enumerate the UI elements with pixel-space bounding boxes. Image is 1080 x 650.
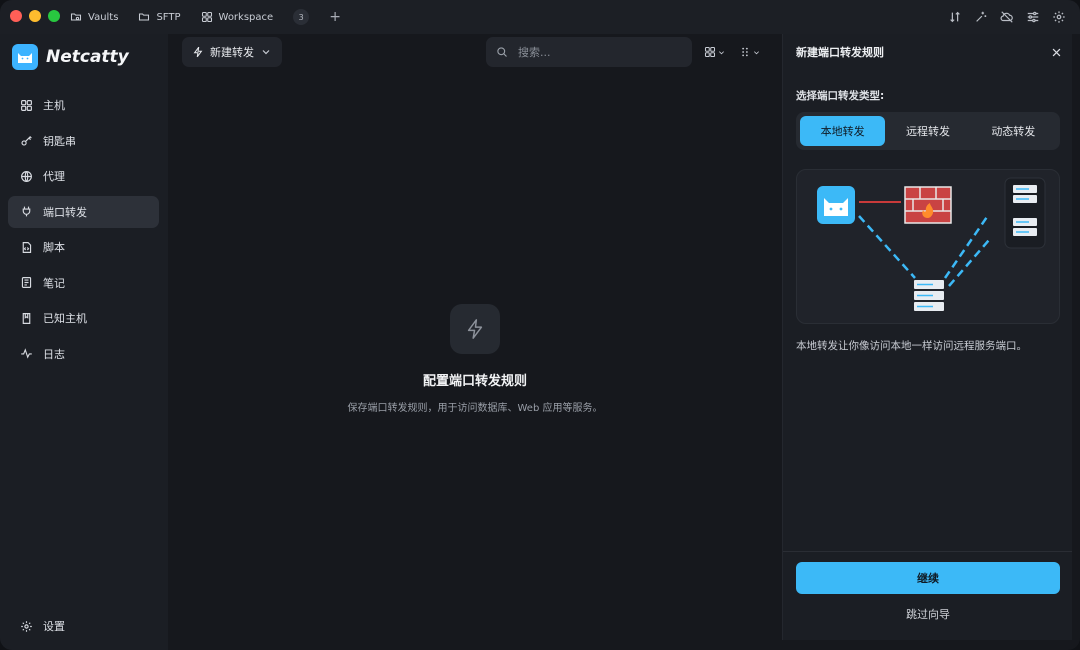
- new-forward-button[interactable]: 新建转发: [182, 37, 282, 67]
- chevron-down-icon: [262, 50, 270, 55]
- close-window-button[interactable]: [10, 10, 22, 22]
- settings-label: 设置: [43, 620, 65, 633]
- title-bar: Vaults SFTP Workspace 3 +: [0, 0, 1080, 34]
- grid-icon: [21, 99, 32, 111]
- cloud-off-icon[interactable]: [1000, 10, 1014, 24]
- sidebar-item-scripts[interactable]: 脚本: [8, 231, 159, 263]
- firewall-icon: [904, 186, 952, 224]
- sidebar-item-label: 日志: [43, 347, 65, 361]
- plug-icon: [22, 206, 31, 217]
- main-content: 新建转发 配置端口转发规则 保存端口转发规则，用于访问数据库、Web 应用等服务…: [168, 34, 783, 640]
- tab-vaults[interactable]: Vaults: [70, 11, 118, 23]
- lightning-icon: [450, 304, 500, 354]
- sidebar: Netcatty 主机 钥匙串 代理 端口转发 脚本 笔记 已知主机 日志 设置: [0, 34, 168, 650]
- workspace-count-badge: 3: [293, 9, 310, 25]
- remote-servers-icon: [1004, 177, 1046, 249]
- sidebar-item-notes[interactable]: 笔记: [8, 267, 159, 299]
- type-dynamic-forward[interactable]: 动态转发: [971, 116, 1056, 146]
- drag-dots-icon: [742, 47, 748, 57]
- new-rule-panel: 新建端口转发规则 选择端口转发类型: 本地转发 远程转发 动态转发 本地转发让你…: [783, 34, 1072, 640]
- folder-icon: [139, 13, 150, 21]
- continue-button[interactable]: 继续: [796, 562, 1060, 594]
- sidebar-item-label: 主机: [43, 99, 65, 112]
- grid-icon: [201, 11, 212, 23]
- script-icon: [22, 241, 32, 253]
- gear-icon[interactable]: [1052, 10, 1066, 24]
- sidebar-item-port-forwarding[interactable]: 端口转发: [8, 195, 159, 228]
- chevron-down-icon: [719, 50, 724, 54]
- empty-title: 配置端口转发规则: [422, 374, 527, 389]
- new-forward-label: 新建转发: [210, 46, 254, 59]
- top-tabs: Vaults SFTP Workspace 3 +: [70, 0, 341, 34]
- titlebar-actions: [948, 0, 1066, 34]
- chevron-down-icon: [754, 50, 759, 54]
- sidebar-item-keychain[interactable]: 钥匙串: [8, 125, 159, 157]
- type-label: 选择端口转发类型:: [796, 90, 885, 102]
- jump-server-icon: [914, 280, 944, 311]
- transfer-icon[interactable]: [948, 10, 962, 24]
- sparkle-icon[interactable]: [974, 10, 988, 24]
- globe-icon: [21, 170, 32, 182]
- skip-wizard-link[interactable]: 跳过向导: [796, 606, 1060, 622]
- forward-type-selector: 本地转发 远程转发 动态转发: [796, 112, 1060, 150]
- sidebar-item-settings[interactable]: 设置: [20, 618, 65, 634]
- tunnel-line: [858, 215, 916, 279]
- sidebar-item-label: 已知主机: [43, 312, 87, 325]
- sliders-icon[interactable]: [1026, 10, 1040, 24]
- netcatty-logo-icon: [12, 44, 38, 70]
- sidebar-item-hosts[interactable]: 主机: [8, 89, 159, 121]
- brand-name: Netcatty: [46, 47, 129, 67]
- search-box[interactable]: [486, 37, 692, 67]
- minimize-window-button[interactable]: [29, 10, 41, 22]
- gear-icon: [21, 620, 32, 632]
- zoom-window-button[interactable]: [48, 10, 60, 22]
- local-client-icon: [817, 186, 855, 224]
- type-local-forward[interactable]: 本地转发: [800, 116, 886, 146]
- search-icon: [497, 47, 507, 57]
- sort-button[interactable]: [739, 46, 760, 58]
- sidebar-item-logs[interactable]: 日志: [8, 338, 159, 370]
- forward-diagram: [796, 169, 1060, 324]
- sidebar-item-label: 代理: [43, 170, 65, 183]
- folder-cloud-icon: [70, 13, 82, 21]
- grid-icon: [704, 46, 716, 58]
- empty-subtitle: 保存端口转发规则，用于访问数据库、Web 应用等服务。: [347, 403, 603, 414]
- sidebar-item-known-hosts[interactable]: 已知主机: [8, 302, 159, 334]
- panel-title: 新建端口转发规则: [796, 46, 884, 59]
- sidebar-item-label: 笔记: [43, 276, 65, 290]
- sidebar-item-label: 钥匙串: [43, 134, 76, 148]
- panel-header: 新建端口转发规则: [796, 34, 1062, 70]
- sidebar-item-label: 端口转发: [43, 205, 87, 219]
- search-input[interactable]: [516, 44, 670, 60]
- tab-label: SFTP: [156, 11, 181, 23]
- key-icon: [21, 136, 32, 146]
- brand: Netcatty: [12, 44, 129, 70]
- divider: [783, 551, 1072, 552]
- traffic-lights: [10, 10, 60, 22]
- lightning-icon: [193, 46, 203, 58]
- tab-label: Workspace: [218, 11, 274, 23]
- sidebar-item-label: 脚本: [43, 241, 65, 254]
- grid-view-button[interactable]: [704, 46, 725, 58]
- tab-sftp[interactable]: SFTP: [138, 11, 181, 23]
- empty-state: 配置端口转发规则 保存端口转发规则，用于访问数据库、Web 应用等服务。: [168, 304, 782, 414]
- tab-workspace[interactable]: Workspace: [201, 11, 274, 23]
- app-window: Vaults SFTP Workspace 3 + Netcatty 主机 钥匙…: [0, 0, 1080, 650]
- new-tab-button[interactable]: +: [329, 9, 341, 25]
- forward-description: 本地转发让你像访问本地一样访问远程服务端口。: [796, 340, 1027, 352]
- view-controls: [704, 37, 760, 67]
- book-icon: [22, 312, 31, 324]
- tab-label: Vaults: [88, 11, 119, 23]
- type-remote-forward[interactable]: 远程转发: [885, 116, 970, 146]
- sidebar-nav: 主机 钥匙串 代理 端口转发 脚本 笔记 已知主机 日志: [8, 89, 159, 373]
- close-icon[interactable]: [1051, 47, 1062, 58]
- sidebar-item-proxy[interactable]: 代理: [8, 160, 159, 192]
- note-icon: [21, 277, 32, 288]
- activity-icon: [21, 348, 32, 359]
